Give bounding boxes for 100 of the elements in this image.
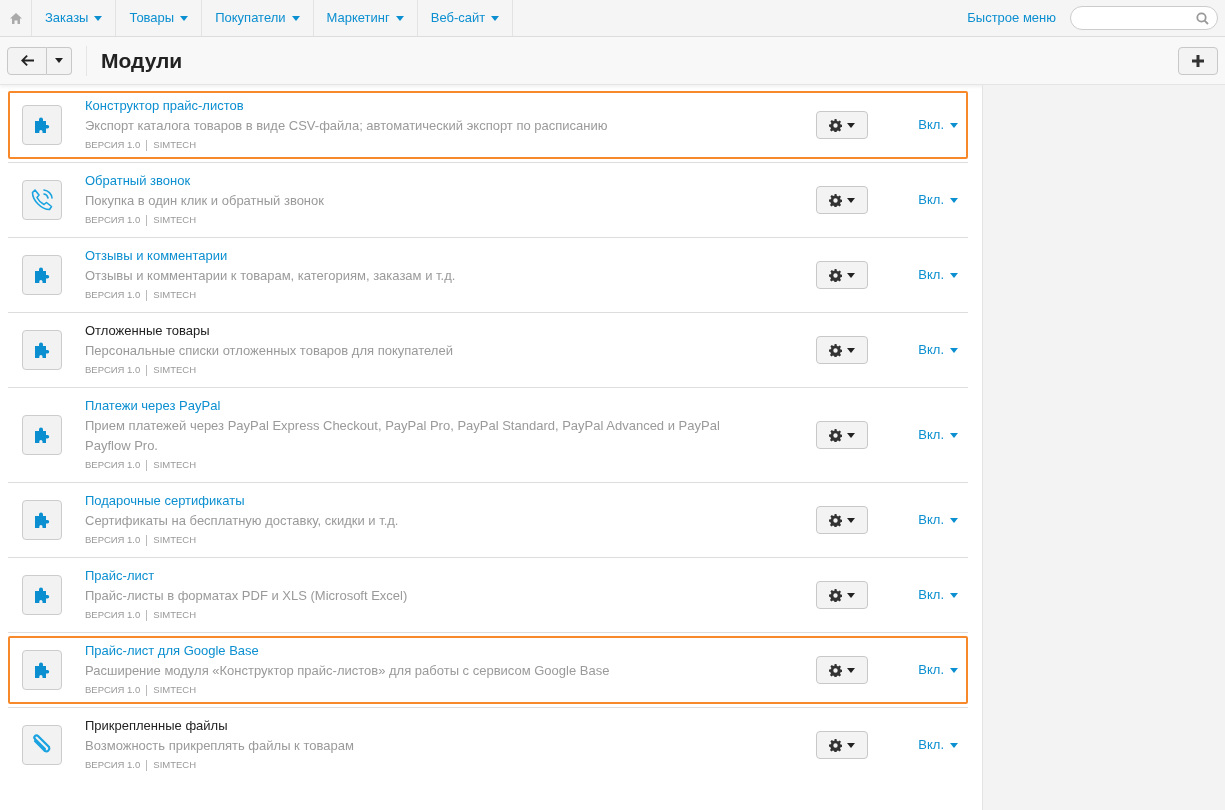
module-description: Возможность прикреплять файлы к товарам [85, 737, 355, 755]
puzzle-icon [33, 586, 51, 604]
puzzle-icon [33, 266, 51, 284]
module-vendor: SIMTECH [153, 683, 197, 697]
puzzle-icon [33, 426, 51, 444]
settings-button[interactable] [816, 421, 869, 449]
caret-icon [55, 58, 63, 63]
gear-icon [829, 343, 843, 357]
settings-button[interactable] [816, 261, 869, 289]
status-dropdown[interactable]: Вкл. [918, 510, 958, 530]
gear-icon [829, 118, 843, 132]
gear-icon [829, 513, 843, 527]
module-title-link[interactable]: Конструктор прайс-листов [85, 96, 244, 116]
add-button[interactable] [1178, 46, 1218, 75]
settings-button[interactable] [816, 656, 869, 684]
settings-button[interactable] [816, 111, 869, 139]
module-description: Сертификаты на бесплатную доставку, скидки и т.д. [85, 512, 400, 530]
module-vendor: SIMTECH [153, 758, 197, 772]
module-version: ВЕРСИЯ 1.0 [85, 138, 141, 152]
module-description: Персональные списки отложенных товаров для покупателей [85, 342, 454, 360]
module-vendor: SIMTECH [153, 213, 197, 227]
caret-icon [950, 667, 958, 673]
module-title-link[interactable]: Прайс-лист [85, 566, 155, 586]
module-title-link[interactable]: Подарочные сертификаты [85, 491, 245, 511]
module-title-link[interactable]: Отзывы и комментарии [85, 246, 228, 266]
plus-icon [1192, 54, 1204, 67]
caret-icon [847, 517, 856, 523]
module-vendor: SIMTECH [153, 138, 197, 152]
caret-icon [847, 667, 856, 673]
caret-icon [291, 15, 300, 21]
module-name: Отложенные товары [85, 322, 210, 340]
module-version: ВЕРСИЯ 1.0 [85, 758, 141, 772]
caret-icon [847, 272, 856, 278]
module-description: Прайс-листы в форматах PDF и XLS (Microsoft Excel) [85, 587, 409, 605]
puzzle-icon [33, 116, 51, 134]
caret-icon [847, 197, 856, 203]
module-description: Экспорт каталога товаров в виде CSV-файла; автоматический экспорт по расписанию [85, 117, 609, 135]
status-dropdown[interactable]: Вкл. [918, 115, 958, 135]
search-field[interactable] [1070, 6, 1218, 30]
module-vendor: SIMTECH [153, 458, 197, 472]
gear-icon [829, 428, 843, 442]
module-version: ВЕРСИЯ 1.0 [85, 683, 141, 697]
caret-icon [847, 122, 856, 128]
caret-icon [950, 517, 958, 523]
module-vendor: SIMTECH [153, 288, 197, 302]
status-dropdown[interactable]: Вкл. [918, 660, 958, 680]
nav-menu[interactable]: Заказы [32, 0, 117, 36]
settings-button[interactable] [816, 506, 869, 534]
caret-icon [950, 347, 958, 353]
settings-button[interactable] [816, 336, 869, 364]
module-title-link[interactable]: Обратный звонок [85, 171, 191, 191]
status-dropdown[interactable]: Вкл. [918, 265, 958, 285]
settings-button[interactable] [816, 731, 869, 759]
module-description: Покупка в один клик и обратный звонок [85, 192, 325, 210]
search-icon [1196, 11, 1209, 25]
caret-icon [950, 432, 958, 438]
module-version: ВЕРСИЯ 1.0 [85, 608, 141, 622]
puzzle-icon [33, 341, 51, 359]
caret-icon [950, 197, 958, 203]
caret-icon [950, 592, 958, 598]
status-dropdown[interactable]: Вкл. [918, 425, 958, 445]
nav-menu[interactable]: Маркетинг [313, 0, 418, 36]
module-vendor: SIMTECH [153, 363, 197, 377]
puzzle-icon [33, 511, 51, 529]
module-version: ВЕРСИЯ 1.0 [85, 533, 141, 547]
dropdown-toggle[interactable] [47, 46, 72, 75]
status-dropdown[interactable]: Вкл. [918, 735, 958, 755]
caret-icon [491, 15, 500, 21]
settings-button[interactable] [816, 186, 869, 214]
caret-icon [950, 742, 958, 748]
module-version: ВЕРСИЯ 1.0 [85, 363, 141, 377]
status-dropdown[interactable]: Вкл. [918, 585, 958, 605]
status-dropdown[interactable]: Вкл. [918, 340, 958, 360]
caret-icon [847, 592, 856, 598]
gear-icon [829, 738, 843, 752]
status-dropdown[interactable]: Вкл. [918, 190, 958, 210]
gear-icon [829, 268, 843, 282]
module-name: Прикрепленные файлы [85, 717, 228, 735]
nav-menu[interactable]: Товары [116, 0, 203, 36]
caret-icon [950, 122, 958, 128]
module-version: ВЕРСИЯ 1.0 [85, 458, 141, 472]
nav-menu[interactable]: Покупатели [202, 0, 314, 36]
module-title-link[interactable]: Платежи через PayPal [85, 396, 221, 416]
gear-icon [829, 588, 843, 602]
module-version: ВЕРСИЯ 1.0 [85, 288, 141, 302]
nav-menu[interactable]: Веб-сайт [417, 0, 514, 36]
caret-icon [847, 432, 856, 438]
module-vendor: SIMTECH [153, 533, 197, 547]
caret-icon [180, 15, 189, 21]
quick-menu-link[interactable]: Быстрое меню [967, 8, 1056, 28]
module-description: Расширение модуля «Конструктор прайс-листов» для работы с сервисом Google Base [85, 662, 611, 680]
back-button[interactable] [7, 46, 47, 75]
caret-icon [950, 272, 958, 278]
arrow-left-icon [20, 55, 34, 66]
module-description: Отзывы и комментарии к товарам, категориям, заказам и т.д. [85, 267, 457, 285]
caret-icon [847, 347, 856, 353]
settings-button[interactable] [816, 581, 869, 609]
module-version: ВЕРСИЯ 1.0 [85, 213, 141, 227]
page-title: Модули [101, 47, 183, 74]
module-title-link[interactable]: Прайс-лист для Google Base [85, 641, 259, 661]
